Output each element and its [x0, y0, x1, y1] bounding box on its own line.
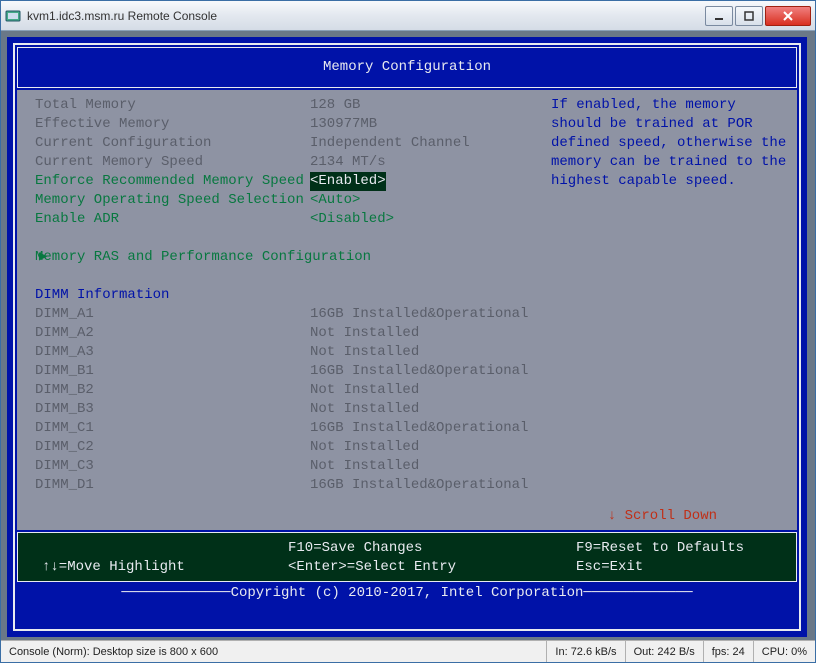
maximize-button[interactable]: [735, 6, 763, 26]
dimm-row: DIMM_B3Not Installed: [35, 400, 787, 419]
remote-console-window: kvm1.idc3.msm.ru Remote Console Memory C…: [0, 0, 816, 663]
dimm-row: DIMM_A2Not Installed: [35, 324, 787, 343]
dimm-row: DIMM_B2Not Installed: [35, 381, 787, 400]
status-console: Console (Norm): Desktop size is 800 x 60…: [1, 641, 546, 662]
footer-nav: ↑↓=Move Highlight: [42, 558, 185, 577]
scroll-hint: ↓ Scroll Down: [608, 507, 717, 526]
dimm-row: DIMM_D116GB Installed&Operational: [35, 476, 787, 495]
bios-header: Memory Configuration: [17, 47, 797, 88]
minimize-button[interactable]: [705, 6, 733, 26]
close-button[interactable]: [765, 6, 811, 26]
dimm-row: DIMM_C116GB Installed&Operational: [35, 419, 787, 438]
dimm-row: DIMM_C3Not Installed: [35, 457, 787, 476]
help-panel: If enabled, the memory should be trained…: [551, 96, 787, 191]
bios-footer: ↑↓=Move Highlight F10=Save Changes <Ente…: [17, 532, 797, 582]
window-title: kvm1.idc3.msm.ru Remote Console: [27, 9, 703, 23]
bios-content: Total Memory128 GB Effective Memory13097…: [17, 90, 797, 530]
status-in: In: 72.6 kB/s: [546, 641, 624, 662]
status-cpu: CPU: 0%: [753, 641, 815, 662]
status-fps: fps: 24: [703, 641, 753, 662]
footer-select: <Enter>=Select Entry: [288, 558, 456, 577]
setting-operating-speed[interactable]: Memory Operating Speed Selection<Auto>: [35, 191, 787, 210]
dimm-heading: DIMM Information: [35, 286, 787, 305]
bios-copyright: ─────────────Copyright (c) 2010-2017, In…: [15, 584, 799, 603]
status-out: Out: 242 B/s: [625, 641, 703, 662]
client-area: Memory Configuration Total Memory128 GB …: [1, 31, 815, 640]
app-icon: [5, 8, 21, 24]
dimm-row: DIMM_A3Not Installed: [35, 343, 787, 362]
footer-save: F10=Save Changes: [288, 539, 422, 558]
footer-reset: F9=Reset to Defaults: [576, 539, 744, 558]
submenu-arrow-icon: ▶: [39, 248, 47, 267]
dimm-row: DIMM_C2Not Installed: [35, 438, 787, 457]
titlebar[interactable]: kvm1.idc3.msm.ru Remote Console: [1, 1, 815, 31]
setting-enable-adr[interactable]: Enable ADR<Disabled>: [35, 210, 787, 229]
dimm-row: DIMM_A116GB Installed&Operational: [35, 305, 787, 324]
statusbar: Console (Norm): Desktop size is 800 x 60…: [1, 640, 815, 662]
submenu-ras[interactable]: ▶ Memory RAS and Performance Configurati…: [35, 248, 787, 267]
bios-screen[interactable]: Memory Configuration Total Memory128 GB …: [7, 37, 807, 637]
dimm-row: DIMM_B116GB Installed&Operational: [35, 362, 787, 381]
footer-exit: Esc=Exit: [576, 558, 643, 577]
